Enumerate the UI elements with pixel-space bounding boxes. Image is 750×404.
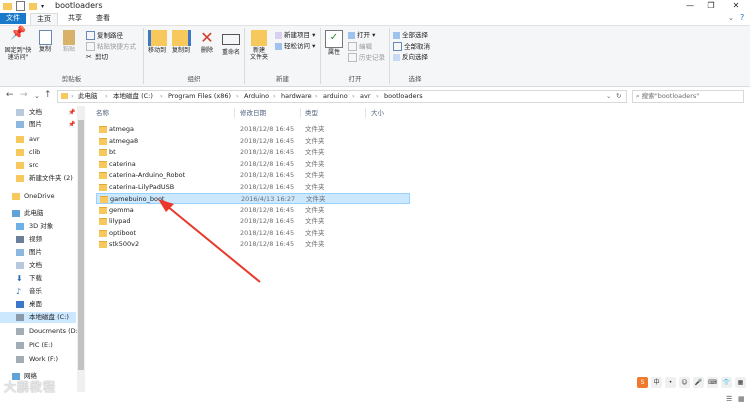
- keyboard-icon[interactable]: ⌨: [707, 377, 718, 388]
- red-arrow-annotation: [158, 199, 261, 283]
- status-bar: ☰ ▦: [0, 394, 750, 404]
- skin-icon[interactable]: 👕: [721, 377, 732, 388]
- punctuation-icon[interactable]: •: [665, 377, 676, 388]
- arrow-shaft: [166, 205, 261, 283]
- input-method-icon[interactable]: 中: [651, 377, 662, 388]
- app-tray-icon[interactable]: S: [637, 377, 648, 388]
- microphone-icon[interactable]: 🎤: [693, 377, 704, 388]
- emoji-icon[interactable]: ☺: [679, 377, 690, 388]
- large-icons-view-icon[interactable]: ▦: [738, 395, 745, 403]
- tray-icons: S 中 • ☺ 🎤 ⌨ 👕 ▦: [637, 377, 746, 391]
- watermark-logo: 大鹏教程: [4, 380, 57, 394]
- grid-icon[interactable]: ▦: [735, 377, 746, 388]
- details-view-icon[interactable]: ☰: [726, 395, 732, 403]
